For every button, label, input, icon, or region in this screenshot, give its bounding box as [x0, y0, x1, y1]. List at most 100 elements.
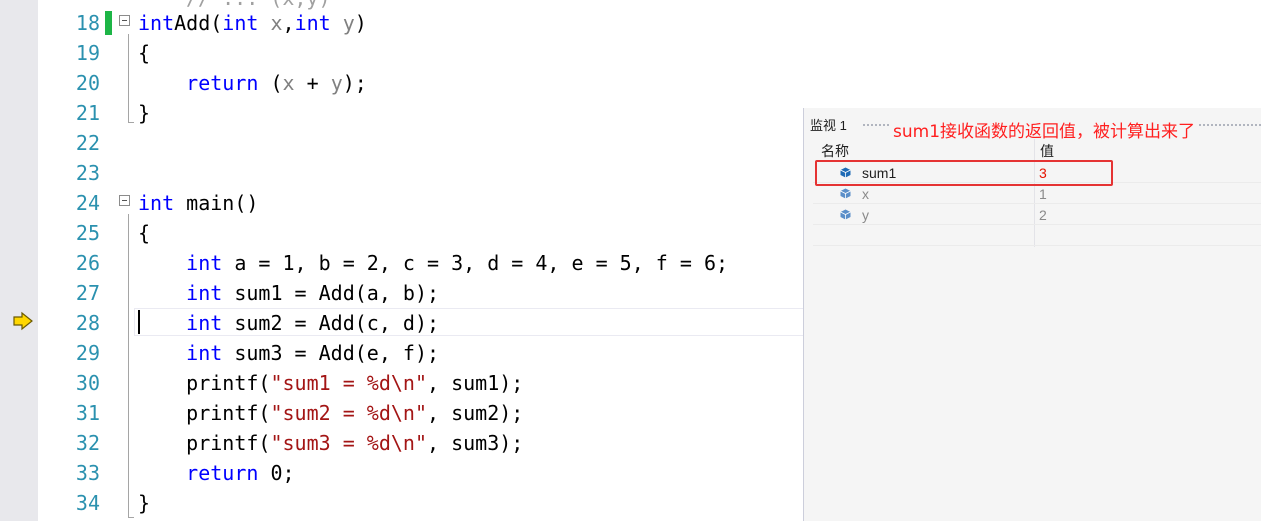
watch-row[interactable]: y2	[813, 204, 1261, 225]
code-line[interactable]: 34}	[0, 488, 806, 518]
line-number: 33	[75, 461, 100, 485]
code-token: , sum1);	[427, 371, 524, 395]
code-token: }	[138, 491, 151, 515]
code-token: int	[186, 311, 223, 335]
code-text: printf("sum3 = %d\n", sum3);	[138, 431, 523, 455]
code-token: }	[138, 101, 151, 125]
line-number: 18	[75, 11, 100, 35]
line-number: 23	[75, 161, 100, 185]
code-token: printf(	[138, 371, 271, 395]
code-token: int	[138, 191, 175, 215]
line-number: 30	[75, 371, 100, 395]
code-text: int main()	[138, 191, 258, 215]
code-token: x	[282, 71, 295, 95]
line-number: 28	[75, 311, 100, 335]
code-text: }	[138, 101, 150, 125]
code-text: }	[138, 491, 150, 515]
code-token: (	[258, 71, 283, 95]
line-number: 20	[75, 71, 100, 95]
code-token: int	[138, 11, 175, 35]
line-number: 32	[75, 431, 100, 455]
code-token: , sum3);	[427, 431, 524, 455]
line-number: 24	[75, 191, 100, 215]
code-line[interactable]: 31 printf("sum2 = %d\n", sum2);	[0, 398, 806, 428]
code-text: return 0;	[138, 461, 295, 485]
code-text: {	[138, 41, 150, 65]
code-text: int sum2 = Add(c, d);	[138, 311, 439, 335]
code-token: +	[294, 71, 331, 95]
line-number: 26	[75, 251, 100, 275]
line-number: 21	[75, 101, 100, 125]
code-token: );	[342, 71, 367, 95]
watch-row[interactable]	[813, 225, 1261, 246]
code-line[interactable]: 23	[0, 158, 806, 188]
code-text: printf("sum1 = %d\n", sum1);	[138, 371, 523, 395]
line-number: 27	[75, 281, 100, 305]
column-header-name[interactable]: 名称	[821, 141, 849, 161]
code-token: main()	[174, 191, 259, 215]
code-line[interactable]: 22	[0, 128, 806, 158]
code-text: intAdd(int x,int y)	[138, 11, 367, 35]
code-token: return	[186, 71, 259, 95]
indent-guide	[128, 34, 129, 122]
watch-variable-value[interactable]: 1	[1039, 186, 1047, 202]
code-line[interactable]: 25 {	[0, 218, 806, 248]
watch-column-header: 名称 值	[813, 139, 1261, 160]
variable-cube-icon	[840, 188, 851, 199]
code-line[interactable]: 21}	[0, 98, 806, 128]
watch-variable-name: x	[862, 186, 869, 202]
line-number: 25	[75, 221, 100, 245]
code-line[interactable]: 30 printf("sum1 = %d\n", sum1);	[0, 368, 806, 398]
code-text: int sum3 = Add(e, f);	[138, 341, 439, 365]
code-token: int	[222, 11, 259, 35]
line-number: 29	[75, 341, 100, 365]
highlight-box	[815, 160, 1113, 186]
code-line[interactable]: 29 int sum3 = Add(e, f);	[0, 338, 806, 368]
indent-guide-end	[128, 122, 134, 123]
code-token: int	[294, 11, 331, 35]
code-line[interactable]: 26 int a = 1, b = 2, c = 3, d = 4, e = 5…	[0, 248, 806, 278]
code-token: y	[330, 71, 343, 95]
collapse-toggle-main[interactable]	[119, 195, 130, 206]
column-header-value[interactable]: 值	[1040, 141, 1054, 161]
line-number: 22	[75, 131, 100, 155]
watch-row[interactable]: x1	[813, 183, 1261, 204]
watch-variable-name: y	[862, 207, 869, 223]
collapse-toggle-add[interactable]	[119, 15, 130, 26]
code-token: int	[186, 281, 223, 305]
code-text: printf("sum2 = %d\n", sum2);	[138, 401, 523, 425]
indent-guide-end	[128, 517, 134, 518]
code-token: {	[138, 221, 151, 245]
line-number: 34	[75, 491, 100, 515]
watch-window-title[interactable]: 监视 1	[810, 115, 847, 134]
code-token: "sum1 = %d\n"	[270, 371, 427, 395]
code-line[interactable]: 33 return 0;	[0, 458, 806, 488]
code-text: int a = 1, b = 2, c = 3, d = 4, e = 5, f…	[138, 251, 728, 275]
code-text: return (x + y);	[138, 71, 367, 95]
code-token: sum3 = Add(e, f);	[222, 341, 440, 365]
code-token: int	[186, 341, 223, 365]
code-token: 0;	[258, 461, 295, 485]
code-line[interactable]: 28 int sum2 = Add(c, d);	[0, 308, 806, 338]
watch-variable-value[interactable]: 2	[1039, 207, 1047, 223]
code-token: {	[138, 41, 151, 65]
code-text: {	[138, 221, 150, 245]
code-line[interactable]: 32 printf("sum3 = %d\n", sum3);	[0, 428, 806, 458]
code-token: y	[330, 11, 355, 35]
line-number: 19	[75, 41, 100, 65]
code-token: printf(	[138, 431, 271, 455]
code-token: printf(	[138, 401, 271, 425]
code-token: , sum2);	[427, 401, 524, 425]
code-token: return	[186, 461, 259, 485]
code-line[interactable]: 19 {	[0, 38, 806, 68]
indent-guide	[128, 214, 129, 518]
code-text: int sum1 = Add(a, b);	[138, 281, 439, 305]
code-line[interactable]: 27 int sum1 = Add(a, b);	[0, 278, 806, 308]
code-token: Add(	[174, 11, 223, 35]
code-line[interactable]: 20 return (x + y);	[0, 68, 806, 98]
